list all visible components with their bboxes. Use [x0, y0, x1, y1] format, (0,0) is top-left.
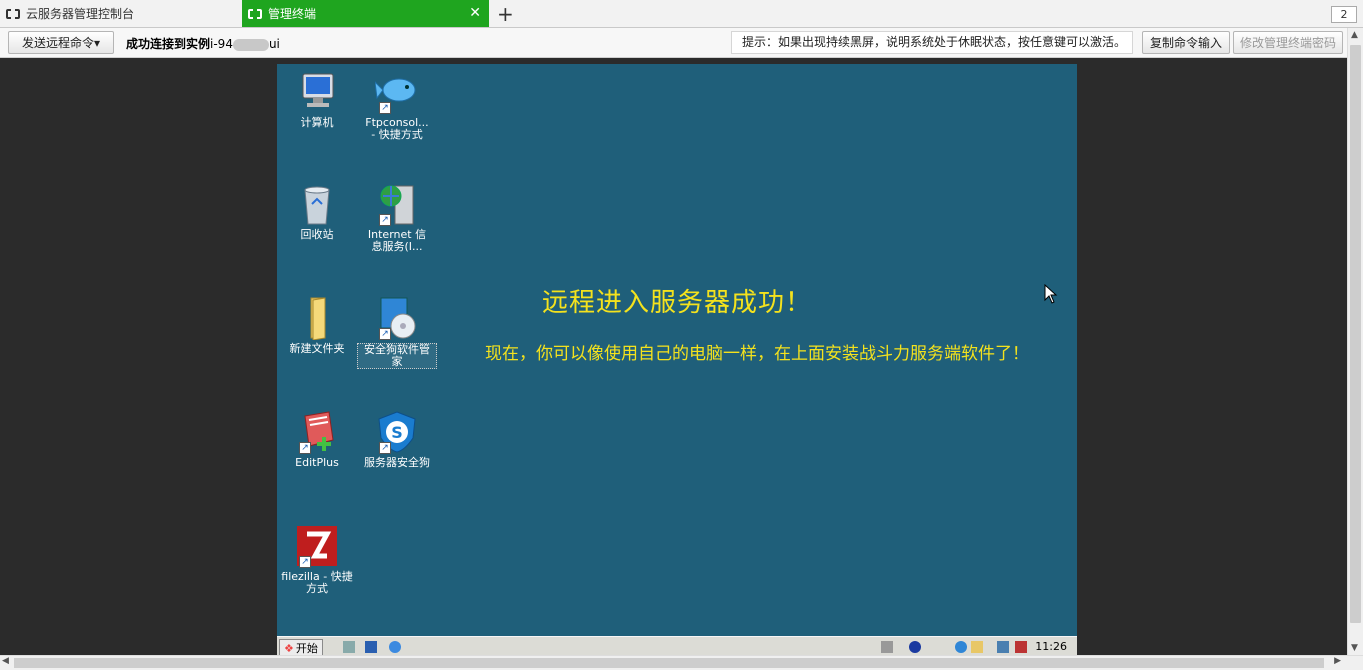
connection-label: 成功连接到实例	[126, 37, 211, 51]
recycle-bin-icon	[295, 182, 339, 226]
icon-label: filezilla - 快捷方式	[281, 570, 353, 595]
help-icon[interactable]	[909, 641, 921, 653]
iis-icon: ↗	[375, 182, 419, 226]
desktop-icon-computer[interactable]: 计算机	[277, 70, 357, 129]
scroll-down-icon[interactable]: ▼	[1351, 643, 1358, 653]
terminal-toolbar: 发送远程命令▾ 成功连接到实例i-94 ui 提示：如果出现持续黑屏，说明系统处于…	[0, 28, 1363, 58]
desktop-icon-recycle-bin[interactable]: 回收站	[277, 182, 357, 241]
shield-icon: S ↗	[375, 410, 419, 454]
icon-label: Ftpconsol... - 快捷方式	[365, 116, 429, 141]
server-manager-icon[interactable]	[343, 641, 355, 653]
editplus-icon: ↗	[295, 410, 339, 454]
network-icon[interactable]	[997, 641, 1009, 653]
computer-icon	[295, 70, 339, 114]
tab-bar: 云服务器管理控制台 管理终端 ✕ + 2	[0, 0, 1363, 28]
svg-text:S: S	[391, 423, 403, 442]
icon-label: Internet 信 息服务(I...	[367, 228, 427, 253]
horizontal-scrollbar[interactable]: ◀ ▶	[0, 655, 1363, 670]
browser-icon[interactable]	[389, 641, 401, 653]
start-button[interactable]: ❖ 开始	[279, 639, 323, 656]
connection-status: 成功连接到实例i-94 ui	[126, 35, 280, 52]
explorer-icon[interactable]	[365, 641, 377, 653]
scroll-thumb[interactable]	[1350, 45, 1361, 623]
icon-label: EditPlus	[295, 456, 339, 469]
keyboard-icon[interactable]	[881, 641, 893, 653]
cloud-console-icon	[6, 7, 20, 20]
desktop-icon-iis[interactable]: ↗ Internet 信 息服务(I...	[357, 182, 437, 253]
icon-label: 回收站	[300, 228, 334, 241]
change-password-button[interactable]: 修改管理终端密码	[1233, 31, 1343, 54]
volume-icon[interactable]	[1015, 641, 1027, 653]
tab-console[interactable]: 云服务器管理控制台	[0, 0, 242, 27]
shortcut-arrow-icon: ↗	[299, 442, 311, 454]
mouse-cursor-icon	[1044, 284, 1058, 304]
remote-taskbar: ❖ 开始 11:26	[277, 636, 1077, 656]
taskbar-clock: 11:26	[1035, 640, 1067, 653]
icon-label: 新建文件夹	[289, 342, 345, 355]
cloud-console-icon	[248, 7, 262, 20]
shortcut-arrow-icon: ↗	[379, 214, 391, 226]
add-tab-icon[interactable]: +	[497, 2, 514, 26]
tab-count-badge[interactable]: 2	[1331, 6, 1357, 23]
icon-label: 服务器安全狗	[364, 456, 430, 469]
windows-logo-icon: ❖	[284, 641, 294, 655]
safedog-tray-icon[interactable]	[955, 641, 967, 653]
success-message: 现在，你可以像使用自己的电脑一样，在上面安装战斗力服务端软件了！	[485, 344, 1029, 364]
copy-command-button[interactable]: 复制命令输入	[1142, 31, 1230, 54]
shortcut-arrow-icon: ↗	[379, 442, 391, 454]
shortcut-arrow-icon: ↗	[379, 328, 391, 340]
instance-id-suffix: ui	[268, 37, 280, 51]
desktop-icon-filezilla[interactable]: ↗ filezilla - 快捷方式	[277, 524, 357, 595]
tip-text: 提示：如果出现持续黑屏，说明系统处于休眠状态，按任意键可以激活。	[731, 31, 1133, 54]
start-label: 开始	[295, 642, 318, 655]
desktop-icon-server-safedog[interactable]: S ↗ 服务器安全狗	[357, 410, 437, 469]
fish-icon: ↗	[374, 70, 419, 114]
vertical-scrollbar[interactable]: ▲ ▼	[1347, 28, 1363, 655]
icon-label: 安全狗软件管 家	[357, 343, 437, 369]
send-command-button[interactable]: 发送远程命令▾	[8, 31, 114, 54]
desktop-icon-editplus[interactable]: ↗ EditPlus	[277, 410, 357, 469]
shortcut-arrow-icon: ↗	[379, 102, 391, 114]
desktop-icon-ftpconsole[interactable]: ↗ Ftpconsol... - 快捷方式	[357, 70, 437, 141]
tab-terminal-label: 管理终端	[268, 7, 317, 21]
scroll-thumb[interactable]	[14, 658, 1324, 668]
shortcut-arrow-icon: ↗	[299, 556, 311, 568]
tray-icon[interactable]	[971, 641, 983, 653]
instance-id-prefix: i-94	[210, 37, 233, 51]
remote-desktop[interactable]: 计算机 回收站 新建文件夹 ↗ EditPlus ↗ filezilla - 快…	[277, 64, 1077, 636]
filezilla-icon: ↗	[295, 524, 339, 568]
tab-terminal[interactable]: 管理终端 ✕	[242, 0, 489, 27]
tab-console-label: 云服务器管理控制台	[26, 7, 135, 21]
icon-label: 计算机	[300, 116, 334, 129]
scroll-right-icon[interactable]: ▶	[1334, 656, 1341, 666]
redacted-mask	[232, 38, 269, 51]
scroll-up-icon[interactable]: ▲	[1351, 30, 1358, 40]
success-title: 远程进入服务器成功！	[541, 288, 812, 318]
close-icon[interactable]: ✕	[469, 5, 481, 21]
scroll-left-icon[interactable]: ◀	[2, 656, 9, 666]
